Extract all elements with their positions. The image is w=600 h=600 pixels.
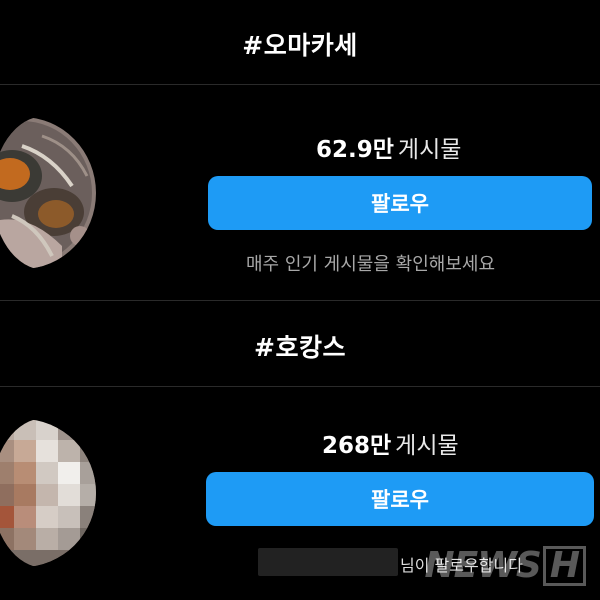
hashtag-follow-screen: #오마카세 62.9만 게시물 팔로우 매주 인기 게시물을 확인해보세요 #호… [0, 0, 600, 600]
news-watermark: NEWS H [424, 545, 586, 586]
watermark-text: NEWS [424, 545, 542, 586]
divider [0, 386, 600, 387]
pixelated-photo-avatar [0, 419, 96, 567]
hashtag-title-hocance: #호캉스 [254, 333, 346, 362]
watermark-letter: H [542, 546, 586, 586]
divider [0, 300, 600, 301]
hashtag-title-omakase: #오마카세 [242, 31, 358, 60]
divider [0, 84, 600, 85]
follow-button-hocance[interactable]: 팔로우 [206, 472, 594, 526]
post-count: 268만 게시물 [322, 426, 459, 460]
post-count-number: 268만 [322, 433, 392, 459]
post-count-unit: 게시물 [397, 137, 462, 163]
seafood-photo-avatar [0, 117, 96, 269]
hashtag-avatar-omakase[interactable] [0, 116, 98, 270]
post-count-unit: 게시물 [395, 433, 459, 459]
hashtag-avatar-hocance[interactable] [0, 418, 98, 568]
censored-username [258, 548, 398, 576]
follow-button-omakase[interactable]: 팔로우 [208, 176, 592, 230]
post-count: 62.9만 게시물 [316, 130, 461, 164]
post-count-number: 62.9만 [316, 137, 394, 163]
weekly-popular-posts-text: 매주 인기 게시물을 확인해보세요 [246, 254, 496, 275]
